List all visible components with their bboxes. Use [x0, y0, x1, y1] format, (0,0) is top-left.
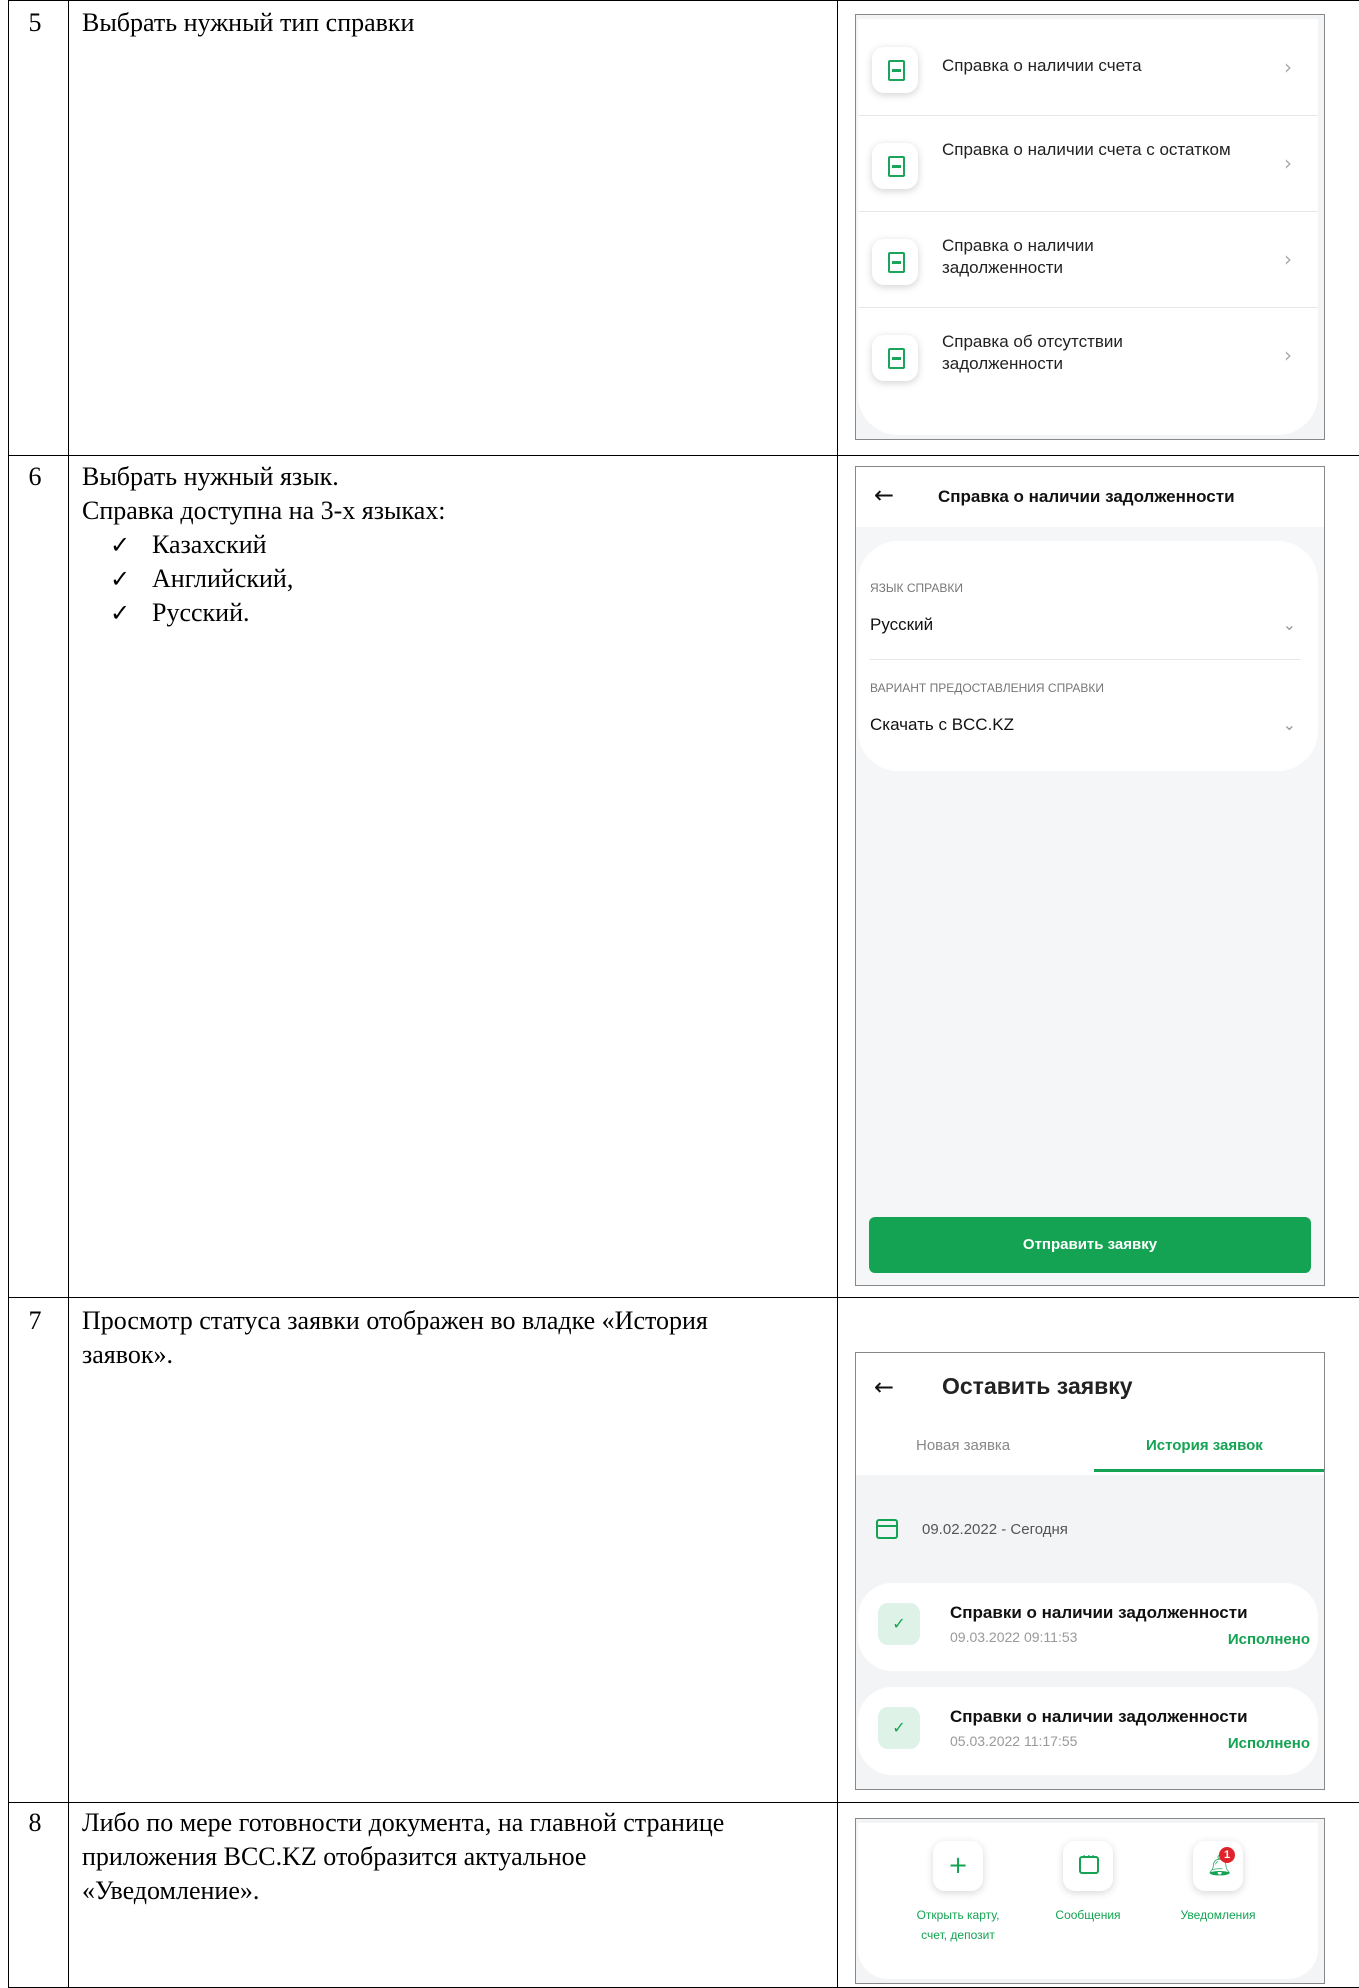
- request-card[interactable]: ✓ Справки о наличии задолженности 05.03.…: [858, 1687, 1318, 1775]
- pdf-icon: [872, 47, 918, 93]
- language-list: Казахский Английский, Русский.: [82, 528, 822, 630]
- table-col-divider: [837, 0, 838, 1988]
- back-arrow-icon[interactable]: ←: [874, 481, 894, 509]
- request-history-screenshot: ← Оставить заявку Новая заявка История з…: [855, 1352, 1325, 1790]
- active-tab-indicator: [1094, 1469, 1324, 1472]
- chevron-right-icon: ›: [1284, 343, 1292, 367]
- certificate-type-screenshot: Справка о наличии счета › Справка о нали…: [855, 14, 1325, 440]
- language-label: ЯЗЫК СПРАВКИ: [870, 581, 963, 595]
- notification-badge: 1: [1219, 1847, 1235, 1863]
- row-description: Либо по мере готовности документа, на гл…: [82, 1806, 762, 1908]
- list-item[interactable]: Справка о наличии задолженности ›: [858, 211, 1318, 308]
- action-label: Уведомления: [1180, 1908, 1256, 1922]
- list-item: Английский,: [110, 562, 822, 596]
- table-border-left: [8, 0, 9, 1988]
- notification-screenshot: + Открыть карту, счет, депозит Сообщения…: [855, 1818, 1325, 1984]
- certificate-form: ЯЗЫК СПРАВКИ Русский ⌄ ВАРИАНТ ПРЕДОСТАВ…: [858, 541, 1318, 771]
- submit-request-button[interactable]: Отправить заявку: [869, 1217, 1311, 1273]
- list-item[interactable]: Справка о наличии счета с остатком ›: [858, 115, 1318, 212]
- chevron-right-icon: ›: [1284, 151, 1292, 175]
- request-title: Справки о наличии задолженности: [950, 1707, 1248, 1726]
- list-item-label: Справка об отсутствии задолженности: [942, 332, 1123, 373]
- row-text: Справка доступна на 3-х языках:: [82, 496, 446, 525]
- screen-header: ← Справка о наличии задолженности: [856, 467, 1324, 527]
- table-row-divider: [8, 1802, 1359, 1803]
- variant-select[interactable]: Скачать с BCC.KZ: [870, 715, 1014, 735]
- table-row-divider: [8, 1297, 1359, 1298]
- language-select[interactable]: Русский: [870, 615, 933, 635]
- row-description: Выбрать нужный тип справки: [82, 6, 822, 40]
- language-select-screenshot: ← Справка о наличии задолженности ЯЗЫК С…: [855, 466, 1325, 1286]
- list-item: Казахский: [110, 528, 822, 562]
- table-row-divider: [8, 455, 1359, 456]
- certificate-list: Справка о наличии счета › Справка о нали…: [858, 19, 1318, 435]
- screen-title: Справка о наличии задолженности: [938, 487, 1235, 506]
- notifications-action[interactable]: 🔔︎ 1 Уведомления: [1138, 1841, 1298, 1925]
- divider: [870, 659, 1300, 660]
- variant-label: ВАРИАНТ ПРЕДОСТАВЛЕНИЯ СПРАВКИ: [870, 681, 1105, 695]
- pdf-icon: [872, 335, 918, 381]
- list-item[interactable]: Справка об отсутствии задолженности ›: [858, 307, 1318, 403]
- row-description: Выбрать нужный язык. Справка доступна на…: [82, 460, 822, 630]
- message-icon: [1079, 1849, 1099, 1874]
- status-badge: Исполнено: [1227, 1631, 1310, 1648]
- list-item-label: Справка о наличии счета: [942, 56, 1142, 75]
- screen-title: Оставить заявку: [942, 1373, 1133, 1399]
- pdf-icon: [872, 239, 918, 285]
- list-item: Русский.: [110, 596, 822, 630]
- row-text: Выбрать нужный тип справки: [82, 8, 415, 37]
- date-range[interactable]: 09.02.2022 - Сегодня: [922, 1521, 1068, 1538]
- list-item-label: Справка о наличии задолженности: [942, 236, 1094, 277]
- check-icon: ✓: [878, 1603, 920, 1645]
- request-card[interactable]: ✓ Справки о наличии задолженности 09.03.…: [858, 1583, 1318, 1671]
- status-badge: Исполнено: [1227, 1735, 1310, 1752]
- screen-header: ← Оставить заявку Новая заявка История з…: [856, 1353, 1324, 1475]
- list-item-label: Справка о наличии счета с остатком: [942, 140, 1231, 159]
- row-number: 8: [28, 1808, 42, 1837]
- row-description: Просмотр статуса заявки отображен во вла…: [82, 1304, 722, 1372]
- chevron-down-icon: ⌄: [1282, 615, 1296, 634]
- row-text: Выбрать нужный язык.: [82, 462, 339, 491]
- chevron-right-icon: ›: [1284, 55, 1292, 79]
- tab-request-history[interactable]: История заявок: [1146, 1437, 1263, 1454]
- pdf-icon: [872, 143, 918, 189]
- tab-new-request[interactable]: Новая заявка: [916, 1437, 1010, 1454]
- chevron-down-icon: ⌄: [1282, 715, 1296, 734]
- row-number: 6: [28, 462, 42, 491]
- plus-icon: +: [947, 1851, 969, 1879]
- row-text: Просмотр статуса заявки отображен во вла…: [82, 1306, 708, 1369]
- request-datetime: 05.03.2022 11:17:55: [950, 1733, 1078, 1749]
- back-arrow-icon[interactable]: ←: [874, 1373, 894, 1401]
- list-item[interactable]: Справка о наличии счета ›: [858, 19, 1318, 116]
- table-col-divider: [68, 0, 69, 1988]
- table-border-top: [8, 0, 1359, 1]
- calendar-icon[interactable]: [876, 1519, 898, 1539]
- row-number: 7: [28, 1306, 42, 1335]
- quick-actions: + Открыть карту, счет, депозит Сообщения…: [858, 1823, 1318, 1979]
- request-datetime: 09.03.2022 09:11:53: [950, 1629, 1078, 1645]
- row-number: 5: [28, 8, 42, 37]
- chevron-right-icon: ›: [1284, 247, 1292, 271]
- request-title: Справки о наличии задолженности: [950, 1603, 1248, 1622]
- check-icon: ✓: [878, 1707, 920, 1749]
- row-text: Либо по мере готовности документа, на гл…: [82, 1808, 725, 1905]
- action-label: Открыть карту, счет, депозит: [916, 1908, 1000, 1942]
